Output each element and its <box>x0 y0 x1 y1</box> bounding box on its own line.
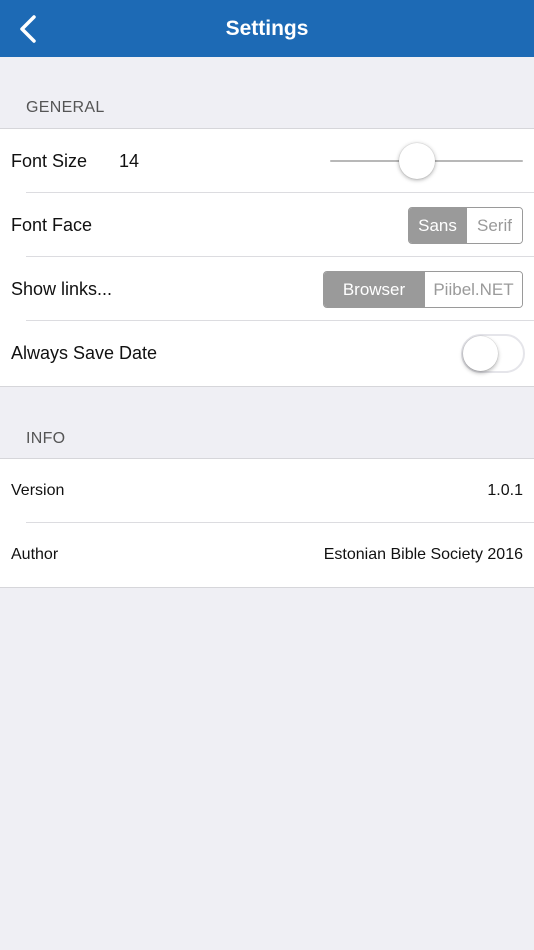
font-size-slider[interactable] <box>330 141 523 181</box>
navigation-bar: Settings <box>0 0 534 57</box>
font-face-row: Font Face Sans Serif <box>0 193 534 257</box>
slider-thumb[interactable] <box>399 143 435 179</box>
version-row: Version 1.0.1 <box>0 459 534 523</box>
version-value: 1.0.1 <box>487 482 523 499</box>
author-row: Author Estonian Bible Society 2016 <box>0 523 534 587</box>
always-save-date-label: Always Save Date <box>11 343 158 363</box>
show-links-label: Show links... <box>11 279 113 299</box>
toggle-knob <box>463 336 498 371</box>
section-header-info: INFO <box>26 430 66 447</box>
author-value: Estonian Bible Society 2016 <box>323 546 523 563</box>
font-size-value: 14 <box>119 151 140 171</box>
show-links-piibel-option[interactable]: Piibel.NET <box>424 272 522 307</box>
page-title: Settings <box>225 17 309 40</box>
font-face-sans-option[interactable]: Sans <box>409 208 466 243</box>
version-label: Version <box>11 482 65 499</box>
general-group: Font Size 14 Font Face Sans Serif Show l… <box>0 128 534 387</box>
font-face-serif-option[interactable]: Serif <box>466 208 522 243</box>
info-group: Version 1.0.1 Author Estonian Bible Soci… <box>0 458 534 588</box>
font-face-segmented-control: Sans Serif <box>408 207 523 244</box>
always-save-date-toggle[interactable] <box>461 334 525 373</box>
font-size-row: Font Size 14 <box>0 129 534 193</box>
always-save-date-row: Always Save Date <box>0 321 534 385</box>
show-links-segmented-control: Browser Piibel.NET <box>323 271 523 308</box>
show-links-browser-option[interactable]: Browser <box>324 272 424 307</box>
font-size-label: Font Size <box>11 151 88 171</box>
show-links-row: Show links... Browser Piibel.NET <box>0 257 534 321</box>
font-face-label: Font Face <box>11 215 93 235</box>
section-header-general: GENERAL <box>26 99 105 116</box>
author-label: Author <box>11 546 59 563</box>
